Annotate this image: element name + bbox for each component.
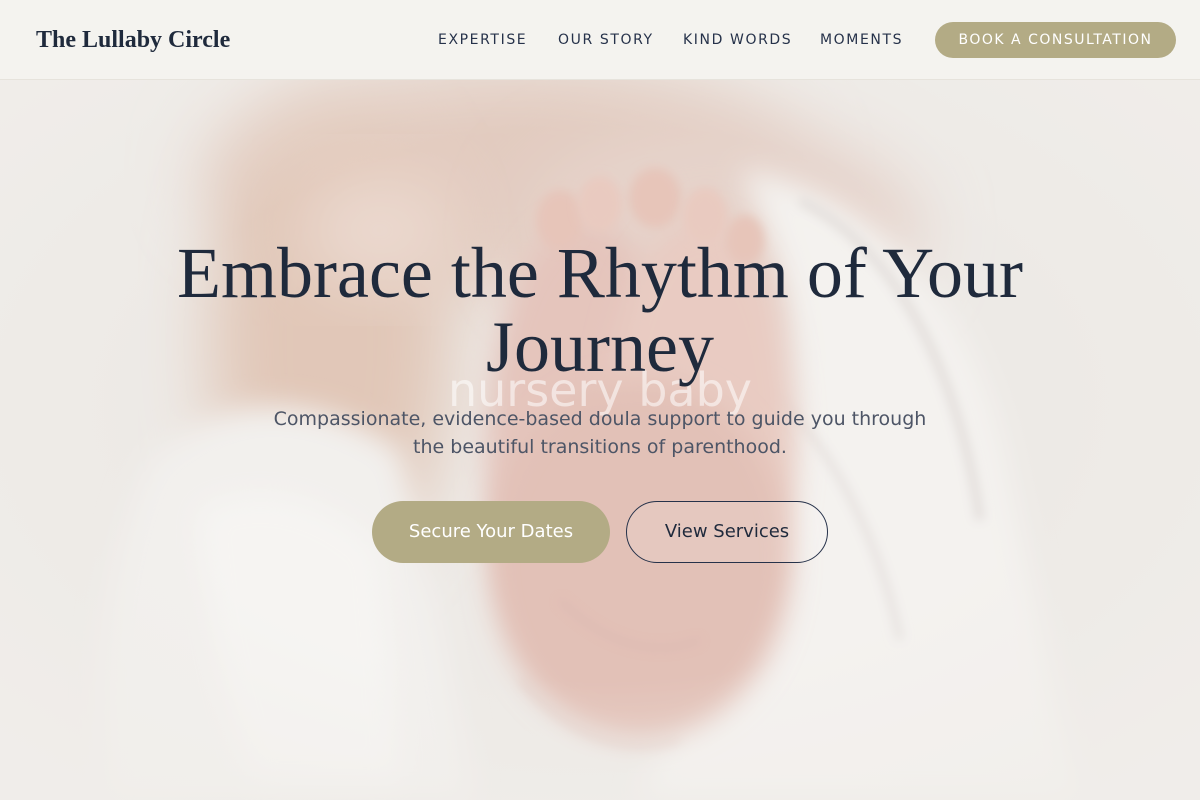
nav-link-our-story[interactable]: OUR STORY xyxy=(558,30,654,50)
view-services-button[interactable]: View Services xyxy=(626,501,828,563)
secure-dates-button[interactable]: Secure Your Dates xyxy=(372,501,610,563)
hero-section: nursery baby Embrace the Rhythm of Your … xyxy=(0,80,1200,800)
hero-title: Embrace the Rhythm of Your Journey xyxy=(177,233,1023,387)
book-consultation-button[interactable]: BOOK A CONSULTATION xyxy=(935,22,1176,58)
hero-subtitle: Compassionate, evidence-based doula supp… xyxy=(273,408,927,458)
nav-link-moments[interactable]: MOMENTS xyxy=(820,30,903,50)
nav-link-kind-words[interactable]: KIND WORDS xyxy=(683,30,792,50)
nav-link-expertise[interactable]: EXPERTISE xyxy=(438,30,527,50)
brand-logo[interactable]: The Lullaby Circle xyxy=(36,24,230,56)
site-header: The Lullaby Circle EXPERTISE OUR STORY K… xyxy=(0,0,1200,80)
